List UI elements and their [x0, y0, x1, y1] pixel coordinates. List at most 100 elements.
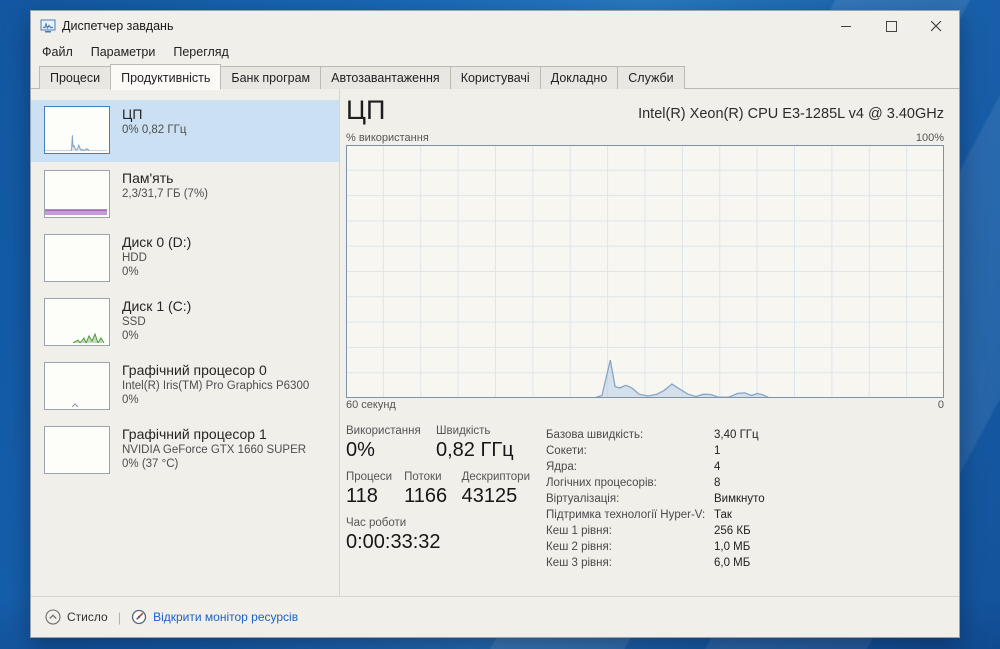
stat-потоки: Потоки 1166 [404, 471, 450, 508]
sidebar-text-gpu0: Графічний процесор 0 Intel(R) Iris(TM) Pr… [122, 361, 309, 407]
footer-bar: Стисло | Відкрити монітор ресурсів [31, 596, 959, 637]
sidebar-subtitle-disk0-0: HDD [122, 252, 147, 264]
kv-value: 3,40 ГГц [714, 429, 759, 441]
sidebar-text-memory: Пам'ять 2,3/31,7 ГБ (7%) [122, 169, 208, 201]
menu-item-file[interactable]: Файл [33, 43, 82, 61]
sidebar-subtitle-gpu0-0: Intel(R) Iris(TM) Pro Graphics P6300 [122, 380, 310, 392]
kv-label: Сокети: [546, 445, 587, 457]
sidebar-thumbnail-gpu0 [44, 362, 110, 410]
title-bar: Диспетчер завдань [31, 11, 959, 41]
sidebar-item-disk0[interactable]: Диск 0 (D:) HDD 0% [31, 228, 339, 290]
kv-label: Кеш 1 рівня: [546, 525, 612, 537]
sidebar-item-disk1[interactable]: Диск 1 (C:) SSD 0% [31, 292, 339, 354]
sidebar-title-gpu1: Графічний процесор 1 [122, 426, 267, 442]
sidebar-subtitle-disk0-1: 0% [122, 266, 139, 278]
sidebar-item-gpu0[interactable]: Графічний процесор 0 Intel(R) Iris(TM) Pr… [31, 356, 339, 418]
kv-label: Базова швидкість: [546, 429, 644, 441]
sidebar-thumbnail-memory [44, 170, 110, 218]
sidebar-text-disk1: Диск 1 (C:) SSD 0% [122, 297, 191, 343]
graph-ylabel: % використання [346, 132, 429, 144]
kv-label: Підтримка технології Hyper-V: [546, 509, 706, 521]
sidebar-subtitle-gpu0-1: 0% [122, 394, 139, 406]
close-button[interactable] [914, 11, 959, 41]
kv-value: 1,0 МБ [714, 541, 751, 553]
sidebar-title-gpu0: Графічний процесор 0 [122, 362, 267, 378]
cpu-stats-static: Базова швидкість: 3,40 ГГц Сокети: 1 Ядра: 4 Л… [546, 425, 765, 571]
sidebar-title-cpu: ЦП [122, 106, 143, 122]
sidebar-thumbnail-disk0 [44, 234, 110, 282]
graph-ymax-label: 100% [915, 132, 944, 144]
sidebar-subtitle-memory-0: 2,3/31,7 ГБ (7%) [122, 188, 209, 200]
stat-row: Використання 0% Швидкість 0,82 ГГц [346, 425, 542, 462]
kv-label: Ядра: [546, 461, 578, 473]
sidebar-item-gpu1[interactable]: Графічний процесор 1 NVIDIA GeForce GTX 1… [31, 420, 339, 482]
tab-performance[interactable]: Продуктивність [110, 64, 222, 90]
stat-дескриптори: Дескриптори 43125 [462, 471, 530, 508]
stat-label: Швидкість [436, 425, 491, 437]
resource-monitor-gauge-icon [131, 609, 147, 625]
kv-value: 256 КБ [714, 525, 751, 537]
kv-value: 4 [714, 461, 721, 473]
kv-row: Логічних процесорів: 8 [546, 475, 765, 491]
tab-startup[interactable]: Автозавантаження [320, 66, 451, 89]
sidebar-thumbnail-cpu [44, 106, 110, 154]
kv-value: 1 [714, 445, 721, 457]
menu-item-view[interactable]: Перегляд [164, 43, 237, 61]
graph-xlabel-right: 0 [937, 399, 944, 411]
kv-row: Кеш 1 рівня: 256 КБ [546, 523, 765, 539]
sidebar-subtitle-disk1-0: SSD [122, 316, 146, 328]
cpu-stats-dynamic: Використання 0% Швидкість 0,82 ГГц Процеси 11… [346, 425, 542, 571]
kv-value: 6,0 МБ [714, 557, 751, 569]
stat-label: Потоки [404, 471, 442, 483]
open-resource-monitor-link[interactable]: Відкрити монітор ресурсів [131, 609, 298, 625]
kv-row: Ядра: 4 [546, 459, 765, 475]
cpu-detail-panel: ЦП Intel(R) Xeon(R) CPU E3-1285L v4 @ 3.… [340, 89, 959, 596]
content-area: ЦП 0% 0,82 ГГц Пам'ять 2,3/31,7 ГБ (7%) Диск… [31, 89, 959, 596]
kv-label: Віртуалізація: [546, 493, 620, 505]
kv-row: Підтримка технології Hyper-V: Так [546, 507, 765, 523]
resource-monitor-label: Відкрити монітор ресурсів [153, 610, 299, 624]
stat-label: Процеси [346, 471, 393, 483]
tab-services[interactable]: Служби [617, 66, 685, 89]
footer-separator: | [117, 609, 122, 625]
sidebar-text-cpu: ЦП 0% 0,82 ГГц [122, 105, 186, 137]
sidebar-subtitle-cpu-0: 0% 0,82 ГГц [122, 124, 187, 136]
cpu-model-name: Intel(R) Xeon(R) CPU E3-1285L v4 @ 3.40G… [638, 106, 944, 122]
stat-value: 43125 [461, 485, 518, 507]
tab-users[interactable]: Користувачі [449, 66, 541, 89]
kv-value: 8 [714, 477, 721, 489]
stat-value: 0,82 ГГц [436, 439, 514, 461]
tab-strip: Процеси Продуктивність Банк програм Автозав… [31, 63, 959, 90]
stat-value: 118 [346, 485, 378, 507]
kv-row: Сокети: 1 [546, 443, 765, 459]
sidebar-thumbnail-gpu1 [44, 426, 110, 474]
stat-value: 0% [346, 439, 375, 461]
stat-процеси: Процеси 118 [346, 471, 392, 508]
tab-processes[interactable]: Процеси [39, 66, 112, 89]
sidebar-text-disk0: Диск 0 (D:) HDD 0% [122, 233, 191, 279]
kv-row: Кеш 3 рівня: 6,0 МБ [546, 555, 765, 571]
maximize-button[interactable] [869, 11, 914, 41]
cpu-usage-graph [346, 145, 944, 398]
performance-sidebar: ЦП 0% 0,82 ГГц Пам'ять 2,3/31,7 ГБ (7%) Диск… [31, 89, 339, 596]
sidebar-text-gpu1: Графічний процесор 1 NVIDIA GeForce GTX 1… [122, 425, 306, 471]
tab-details[interactable]: Докладно [539, 66, 619, 89]
fewer-details-label: Стисло [67, 610, 108, 624]
minimize-button[interactable] [824, 11, 869, 41]
sidebar-subtitle-disk1-1: 0% [122, 330, 139, 342]
menu-item-options[interactable]: Параметри [82, 43, 165, 61]
stat-value: 0:00:33:32 [346, 531, 441, 553]
sidebar-title-disk1: Диск 1 (C:) [122, 298, 192, 314]
cpu-stats: Використання 0% Швидкість 0,82 ГГц Процеси 11… [346, 425, 944, 571]
fewer-details-button[interactable]: Стисло [45, 609, 108, 625]
sidebar-title-disk0: Диск 0 (D:) [122, 234, 192, 250]
stat-час-роботи: Час роботи 0:00:33:32 [346, 517, 441, 554]
stat-використання: Використання 0% [346, 425, 428, 462]
sidebar-item-memory[interactable]: Пам'ять 2,3/31,7 ГБ (7%) [31, 164, 339, 226]
menu-bar: Файл Параметри Перегляд [31, 41, 959, 63]
tab-app-history[interactable]: Банк програм [220, 66, 322, 89]
sidebar-subtitle-gpu1-1: 0% (37 °C) [122, 458, 179, 470]
sidebar-item-cpu[interactable]: ЦП 0% 0,82 ГГц [31, 100, 339, 162]
sidebar-title-memory: Пам'ять [122, 170, 174, 186]
kv-row: Базова швидкість: 3,40 ГГц [546, 427, 765, 443]
